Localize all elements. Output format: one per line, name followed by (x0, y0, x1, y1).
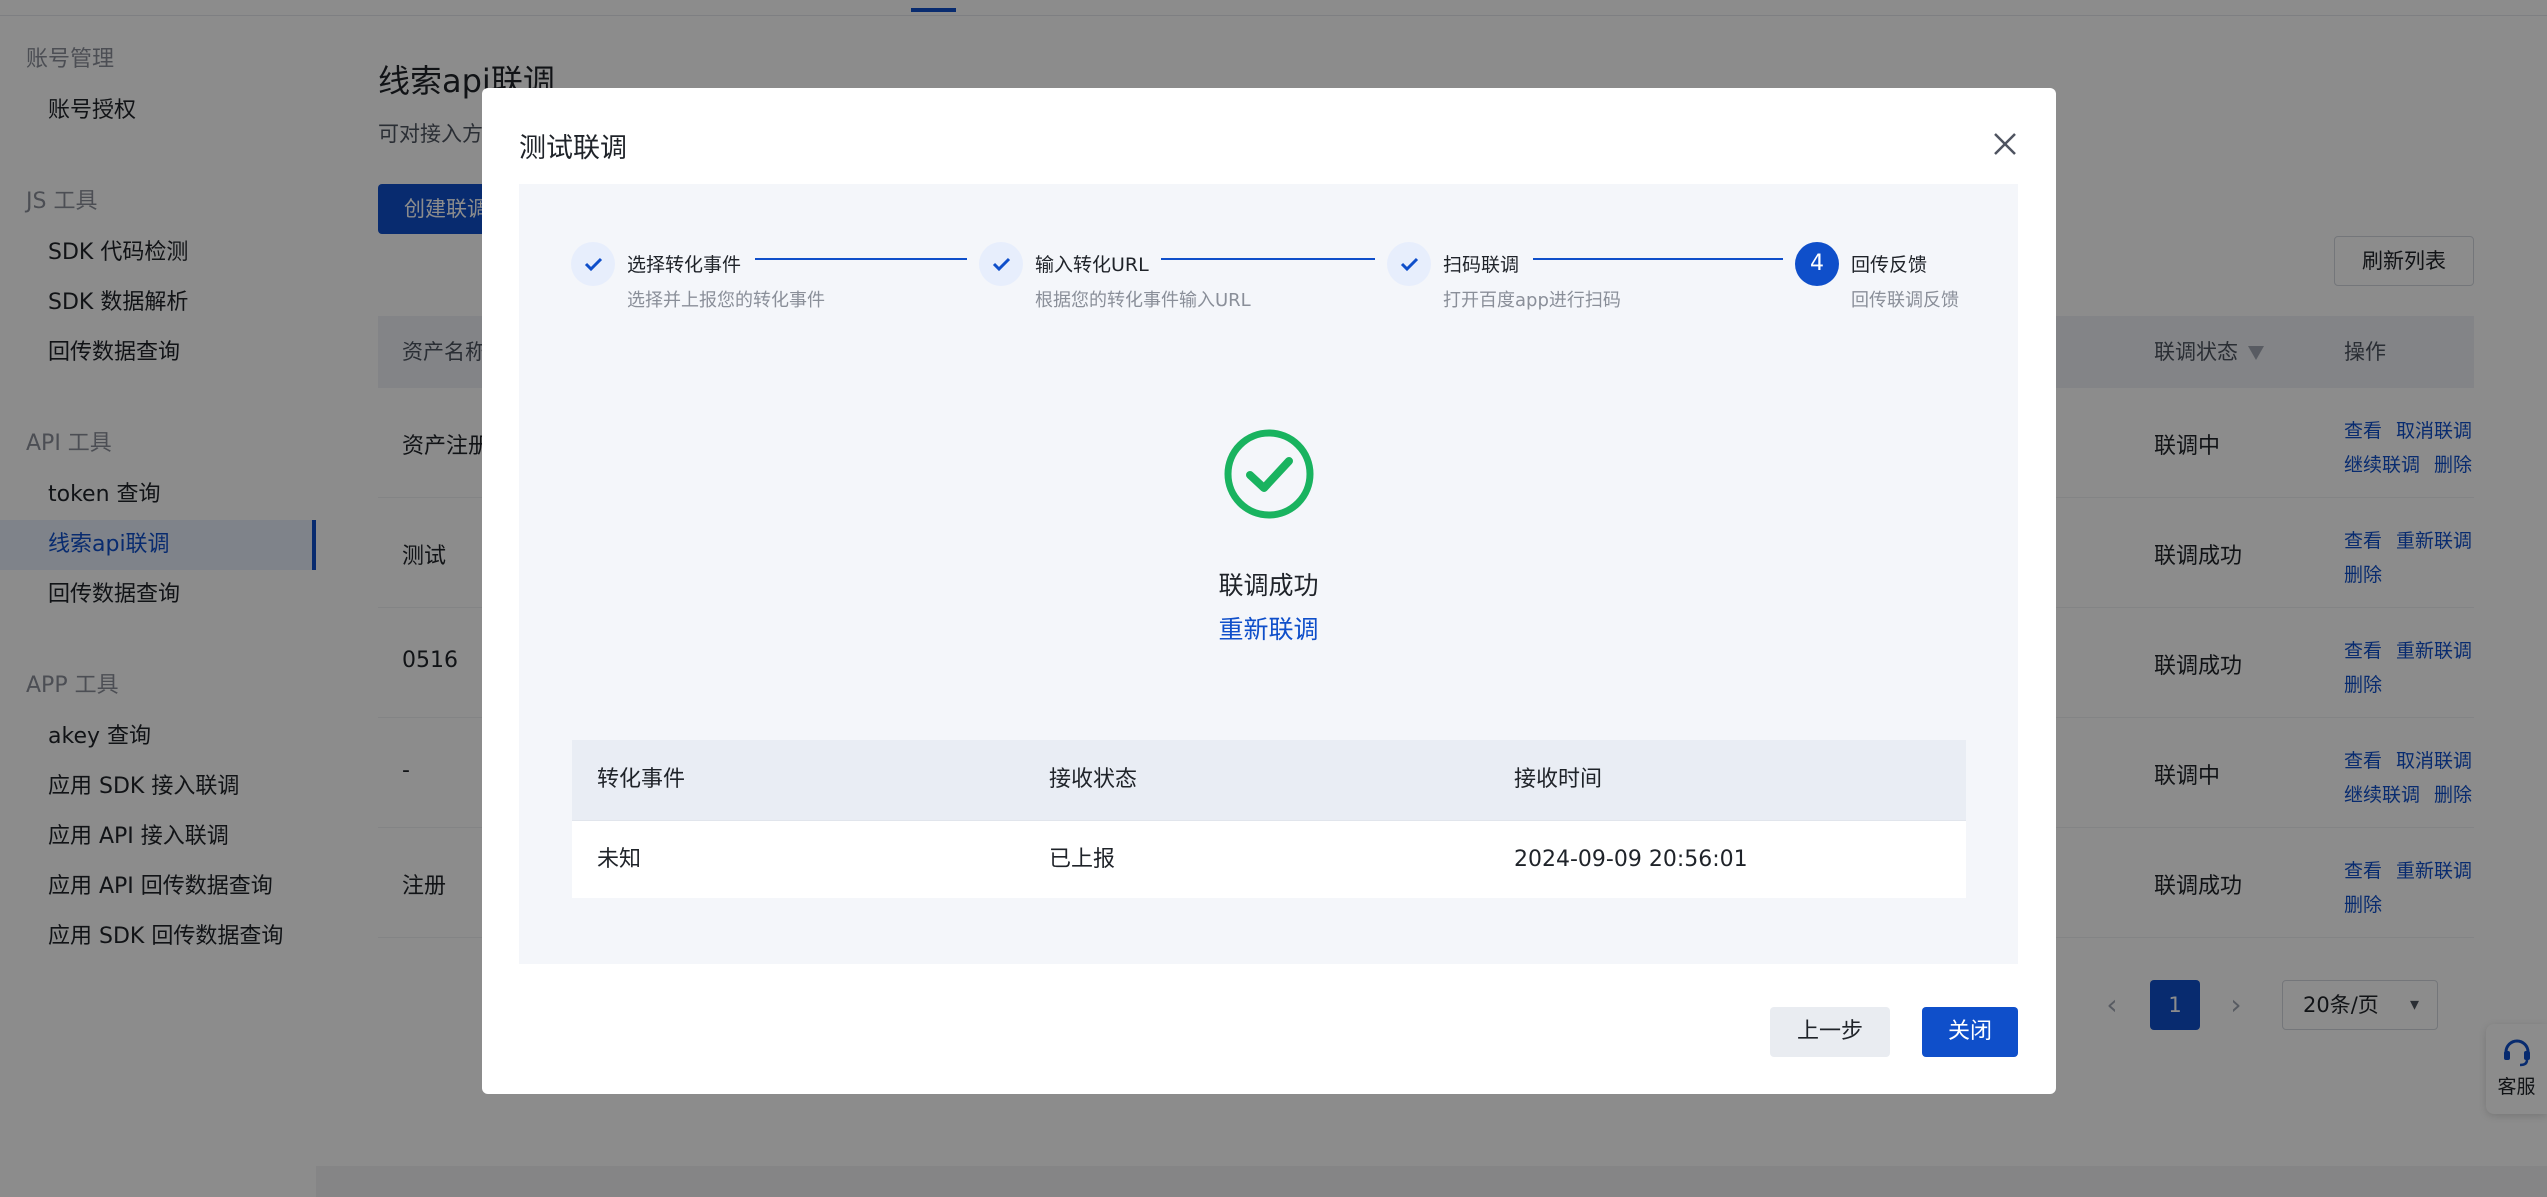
test-debug-modal: 测试联调 选择转化事件 选择并上报您的转化事件 输入转化URL 根据您的转化事件… (482, 88, 2056, 1094)
step-connector (1533, 258, 1783, 260)
step-connector (755, 258, 967, 260)
column-header-receive-time: 接收时间 (1514, 767, 1603, 792)
column-header-event: 转化事件 (597, 767, 686, 792)
table-row: 未知 已上报 2024-09-09 20:56:01 (572, 820, 1966, 898)
previous-step-button[interactable]: 上一步 (1770, 1007, 1890, 1057)
step-done-indicator (571, 242, 615, 286)
check-icon (1400, 257, 1419, 272)
step-description: 选择并上报您的转化事件 (627, 290, 825, 311)
close-button[interactable]: 关闭 (1922, 1007, 2018, 1057)
step-title: 回传反馈 (1851, 254, 1928, 276)
step-description: 根据您的转化事件输入URL (1035, 290, 1251, 311)
row-event: 未知 (597, 847, 642, 872)
modal-body: 选择转化事件 选择并上报您的转化事件 输入转化URL 根据您的转化事件输入URL… (519, 184, 2018, 964)
row-receive-time: 2024-09-09 20:56:01 (1514, 847, 1748, 872)
step-done-indicator (1387, 242, 1431, 286)
modal-title: 测试联调 (519, 133, 627, 164)
check-icon (992, 257, 1011, 272)
close-icon[interactable] (1987, 126, 2023, 162)
relink-debug-link[interactable]: 重新联调 (519, 610, 2018, 646)
step-description: 打开百度app进行扫码 (1443, 290, 1621, 311)
step-connector (1161, 258, 1375, 260)
column-header-receive-status: 接收状态 (1049, 767, 1138, 792)
row-receive-status: 已上报 (1049, 847, 1116, 872)
callback-result-table: 转化事件 接收状态 接收时间 未知 已上报 2024-09-09 20:56:0… (572, 740, 1966, 898)
result-table-header: 转化事件 接收状态 接收时间 (572, 740, 1966, 820)
step-done-indicator (979, 242, 1023, 286)
check-icon (584, 257, 603, 272)
step-title: 选择转化事件 (627, 254, 742, 276)
debug-success-text: 联调成功 (1218, 571, 1319, 600)
step-description: 回传联调反馈 (1851, 290, 1959, 311)
step-title: 输入转化URL (1035, 254, 1149, 276)
step-title: 扫码联调 (1443, 254, 1520, 276)
step-current-indicator: 4 (1795, 242, 1839, 286)
success-check-icon (1224, 429, 1314, 519)
